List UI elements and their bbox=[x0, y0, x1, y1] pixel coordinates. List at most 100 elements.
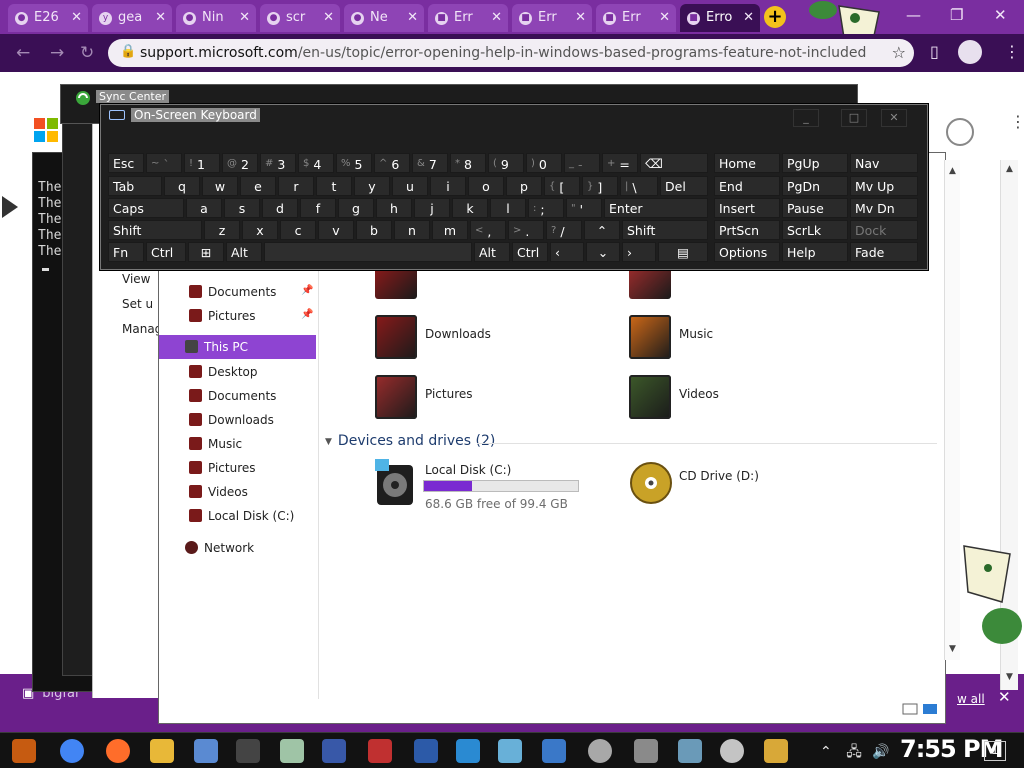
signin-icon[interactable] bbox=[946, 118, 974, 146]
more-icon[interactable]: ⋮ bbox=[1010, 112, 1024, 131]
key-j[interactable]: j bbox=[414, 198, 450, 218]
key-sym013[interactable]: + = bbox=[602, 153, 638, 173]
key-pgup[interactable]: PgUp bbox=[782, 153, 848, 173]
nav-item-local-disk-c[interactable]: Local Disk (C:) bbox=[189, 509, 294, 523]
notepad-icon[interactable] bbox=[280, 739, 304, 763]
key-esc[interactable]: Esc bbox=[108, 153, 144, 173]
key-caps[interactable]: Caps bbox=[108, 198, 184, 218]
key-7[interactable]: & 7 bbox=[412, 153, 448, 173]
key-c[interactable]: c bbox=[280, 220, 316, 240]
browser-tab[interactable]: ● scr ✕ bbox=[260, 4, 340, 32]
key-sym311[interactable]: ⌃ bbox=[584, 220, 620, 240]
key-d[interactable]: d bbox=[262, 198, 298, 218]
key-mvup[interactable]: Mv Up bbox=[850, 176, 918, 196]
key-sym39[interactable]: >. bbox=[508, 220, 544, 240]
paint-icon[interactable] bbox=[368, 739, 392, 763]
control-panel-link[interactable]: View bbox=[122, 272, 162, 297]
key-m[interactable]: m bbox=[432, 220, 468, 240]
scroll-down-icon[interactable]: ▼ bbox=[1006, 672, 1013, 682]
camera-icon[interactable] bbox=[634, 739, 658, 763]
key-n[interactable]: n bbox=[394, 220, 430, 240]
tab-close-icon[interactable]: ✕ bbox=[407, 10, 418, 25]
key-a[interactable]: a bbox=[186, 198, 222, 218]
key-6[interactable]: ^ 6 bbox=[374, 153, 410, 173]
key-sym211[interactable]: " ' bbox=[566, 198, 602, 218]
close-window-button[interactable]: ✕ bbox=[994, 6, 1007, 24]
keyboard-minimize-button[interactable]: _ bbox=[793, 109, 819, 127]
notification-center-button[interactable]: 1 bbox=[984, 741, 1006, 761]
key-sym410[interactable]: ▤ bbox=[658, 242, 708, 262]
chrome-icon[interactable] bbox=[60, 739, 84, 763]
browser-tab[interactable]: ■ Erro ✕ bbox=[680, 4, 760, 32]
key-l[interactable]: l bbox=[490, 198, 526, 218]
key-sym113[interactable]: | \ bbox=[620, 176, 658, 196]
key-f[interactable]: f bbox=[300, 198, 336, 218]
key-scrlk[interactable]: ScrLk bbox=[782, 220, 848, 240]
key-k[interactable]: k bbox=[452, 198, 488, 218]
tab-close-icon[interactable]: ✕ bbox=[155, 10, 166, 25]
network-status-icon[interactable]: 🖧 bbox=[846, 744, 862, 760]
key-dock[interactable]: Dock bbox=[850, 220, 918, 240]
key-z[interactable]: z bbox=[204, 220, 240, 240]
silhouette-icon[interactable] bbox=[236, 739, 260, 763]
back-icon[interactable]: ← bbox=[16, 43, 30, 63]
address-bar[interactable]: 🔒 support.microsoft.com/en-us/topic/erro… bbox=[108, 39, 914, 67]
volume-icon[interactable]: 🔊 bbox=[872, 744, 889, 760]
network-icon[interactable] bbox=[456, 739, 480, 763]
key-alt[interactable]: Alt bbox=[474, 242, 510, 262]
close-shelf-icon[interactable]: ✕ bbox=[998, 688, 1011, 706]
key-5[interactable]: % 5 bbox=[336, 153, 372, 173]
key-del[interactable]: Del bbox=[660, 176, 708, 196]
disc-icon[interactable] bbox=[588, 739, 612, 763]
browser-tab[interactable]: ● Ne ✕ bbox=[344, 4, 424, 32]
view-toggle-icons[interactable] bbox=[899, 699, 943, 719]
image-icon[interactable] bbox=[542, 739, 566, 763]
side-panel-icon[interactable]: ▯ bbox=[930, 42, 939, 61]
key-e[interactable]: e bbox=[240, 176, 276, 196]
devices-drives-header[interactable]: ▼ Devices and drives (2) bbox=[325, 433, 495, 449]
key-2[interactable]: @2 bbox=[222, 153, 258, 173]
key-w[interactable]: w bbox=[202, 176, 238, 196]
key-alt[interactable]: Alt bbox=[226, 242, 262, 262]
key-home[interactable]: Home bbox=[714, 153, 780, 173]
key-tab[interactable]: Tab bbox=[108, 176, 162, 196]
browser-tab[interactable]: ■ Err ✕ bbox=[428, 4, 508, 32]
key-sym210[interactable]: :; bbox=[528, 198, 564, 218]
key-h[interactable]: h bbox=[376, 198, 412, 218]
monitor-icon[interactable] bbox=[194, 739, 218, 763]
key-sym47[interactable]: ‹ bbox=[550, 242, 584, 262]
profile-avatar[interactable] bbox=[958, 40, 982, 64]
key-v[interactable]: v bbox=[318, 220, 354, 240]
control-panel-link[interactable]: Manag bbox=[122, 322, 162, 347]
tray-overflow-icon[interactable]: ⌃ bbox=[820, 744, 832, 760]
key-t[interactable]: t bbox=[316, 176, 352, 196]
glass-icon[interactable] bbox=[498, 739, 522, 763]
browser-tab[interactable]: ● E26 ✕ bbox=[8, 4, 88, 32]
key-u[interactable]: u bbox=[392, 176, 428, 196]
key-sym111[interactable]: {[ bbox=[544, 176, 580, 196]
key-x[interactable]: x bbox=[242, 220, 278, 240]
tab-close-icon[interactable]: ✕ bbox=[239, 10, 250, 25]
key-sym112[interactable]: }] bbox=[582, 176, 618, 196]
tab-close-icon[interactable]: ✕ bbox=[491, 10, 502, 25]
new-tab-button[interactable]: + bbox=[764, 6, 786, 28]
keyboard-close-button[interactable]: ✕ bbox=[881, 109, 907, 127]
nav-item-documents[interactable]: Documents 📌 bbox=[189, 285, 313, 299]
key-ctrl[interactable]: Ctrl bbox=[512, 242, 548, 262]
start-icon[interactable] bbox=[12, 739, 36, 763]
key-1[interactable]: ! 1 bbox=[184, 153, 220, 173]
key-help[interactable]: Help bbox=[782, 242, 848, 262]
key-pause[interactable]: Pause bbox=[782, 198, 848, 218]
jar-icon[interactable] bbox=[678, 739, 702, 763]
minimize-button[interactable]: — bbox=[906, 6, 921, 24]
key-9[interactable]: (9 bbox=[488, 153, 524, 173]
explorer-scroll-down-icon[interactable]: ▼ bbox=[949, 644, 956, 654]
key-mvdn[interactable]: Mv Dn bbox=[850, 198, 918, 218]
nav-item-pictures[interactable]: Pictures bbox=[189, 461, 256, 475]
key-nav[interactable]: Nav bbox=[850, 153, 918, 173]
nav-item-network[interactable]: Network bbox=[185, 541, 254, 555]
key-sym310[interactable]: ? / bbox=[546, 220, 582, 240]
folder-icon[interactable] bbox=[764, 739, 788, 763]
menu-icon[interactable]: ⋮ bbox=[1004, 42, 1020, 61]
scroll-up-icon[interactable]: ▲ bbox=[1006, 164, 1013, 174]
